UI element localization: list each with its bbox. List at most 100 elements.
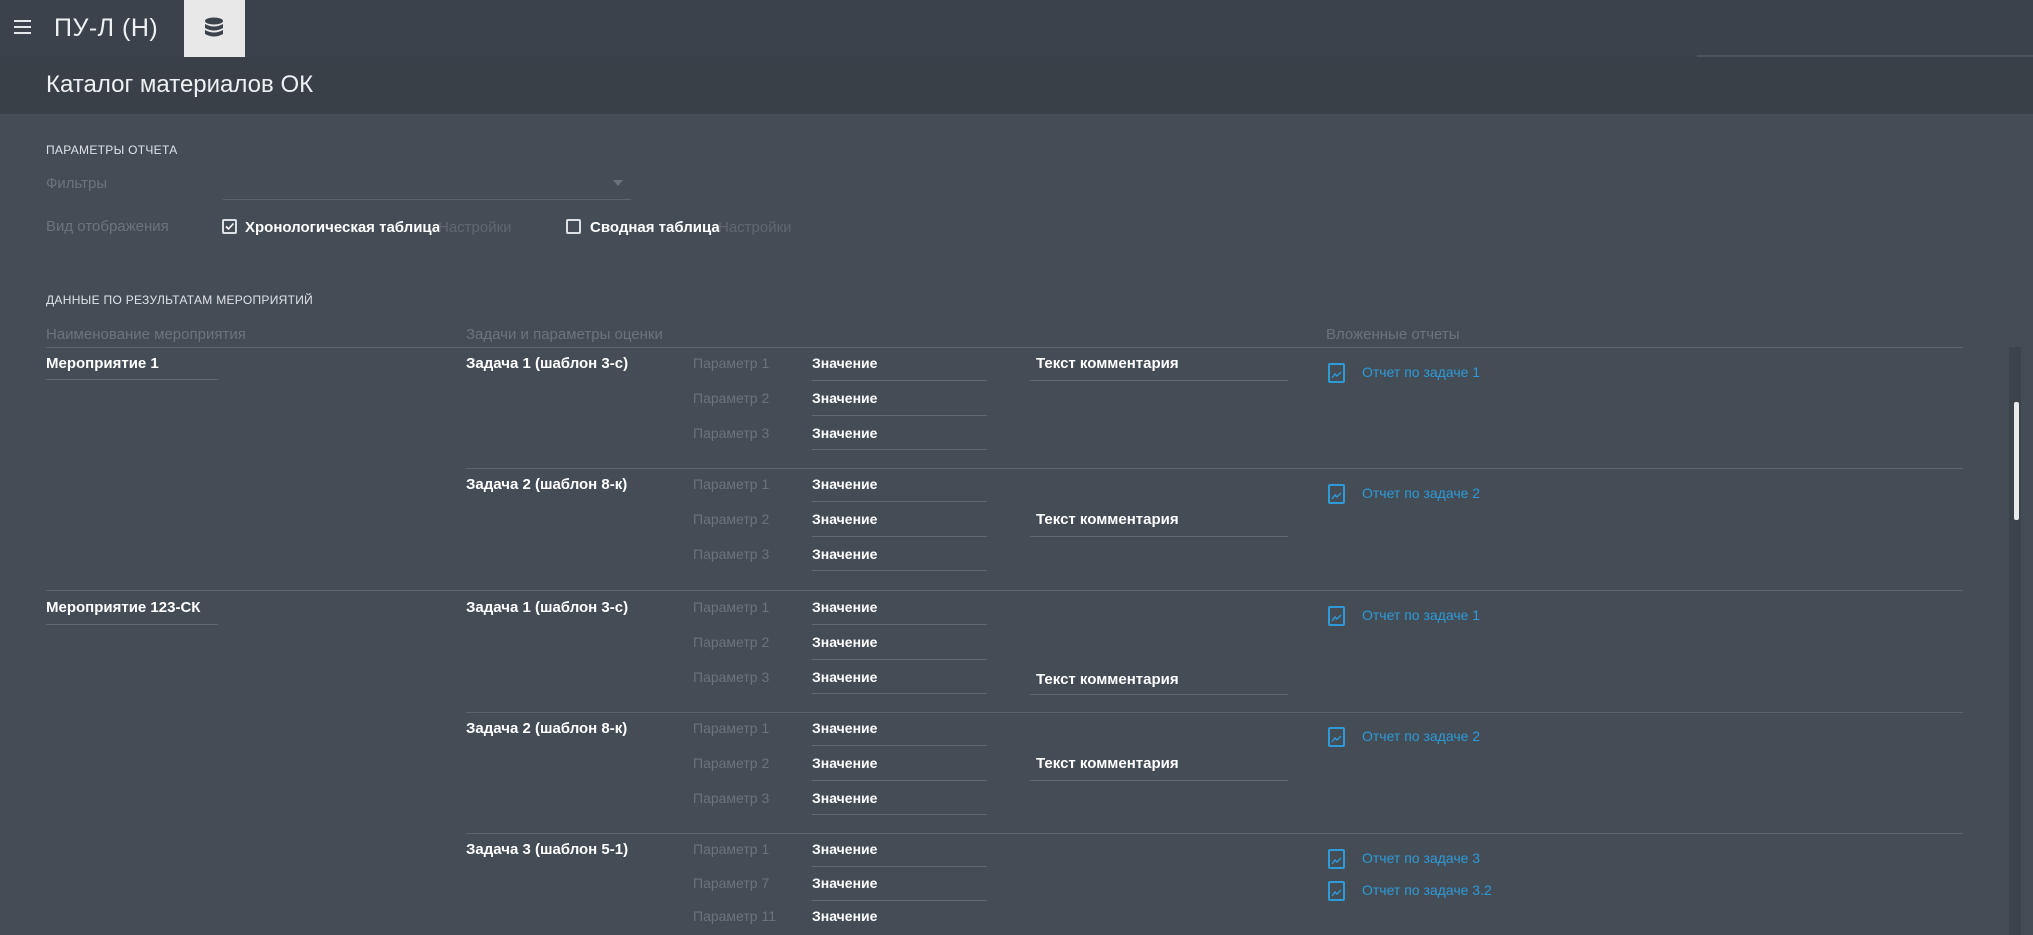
param-value[interactable]: Значение xyxy=(812,390,877,406)
app-bar: ПУ-Л (Н) xyxy=(0,0,2033,57)
param-value[interactable]: Значение xyxy=(812,599,877,615)
param-value[interactable]: Значение xyxy=(812,425,877,441)
report-params-section-label: ПАРАМЕТРЫ ОТЧЕТА xyxy=(46,143,178,157)
page-header: Каталог материалов ОК xyxy=(0,57,2033,114)
value-underline xyxy=(812,900,987,901)
event-name: Мероприятие 1 xyxy=(46,355,159,372)
param-label: Параметр 3 xyxy=(693,425,770,441)
filters-select[interactable] xyxy=(223,199,631,200)
param-value[interactable]: Значение xyxy=(812,511,877,527)
value-underline xyxy=(812,380,987,381)
comment-underline xyxy=(1030,380,1288,381)
param-label: Параметр 2 xyxy=(693,390,770,406)
report-link-label[interactable]: Отчет по задаче 2 xyxy=(1362,485,1480,501)
task-divider xyxy=(466,833,1963,834)
param-value[interactable]: Значение xyxy=(812,908,877,924)
app-title: ПУ-Л (Н) xyxy=(54,14,159,42)
report-doc-icon xyxy=(1328,727,1345,747)
pivot-table-checkbox[interactable] xyxy=(566,219,581,234)
param-label: Параметр 1 xyxy=(693,476,770,492)
display-mode-label: Вид отображения xyxy=(46,218,169,235)
report-link-label[interactable]: Отчет по задаче 3 xyxy=(1362,850,1480,866)
chrono-table-checkbox[interactable] xyxy=(222,219,237,234)
report-doc-icon xyxy=(1328,606,1345,626)
value-underline xyxy=(812,415,987,416)
value-underline xyxy=(812,536,987,537)
param-label: Параметр 1 xyxy=(693,355,770,371)
menu-icon[interactable] xyxy=(14,20,38,36)
task-name: Задача 2 (шаблон 8-к) xyxy=(466,720,628,737)
report-link-label[interactable]: Отчет по задаче 1 xyxy=(1362,364,1480,380)
database-icon xyxy=(205,17,223,37)
results-section-label: ДАННЫЕ ПО РЕЗУЛЬТАТАМ МЕРОПРИЯТИЙ xyxy=(46,293,314,307)
param-value[interactable]: Значение xyxy=(812,755,877,771)
param-label: Параметр 2 xyxy=(693,634,770,650)
event-name: Мероприятие 123-СК xyxy=(46,599,201,616)
param-label: Параметр 1 xyxy=(693,841,770,857)
task-name: Задача 2 (шаблон 8-к) xyxy=(466,476,628,493)
event-name-underline xyxy=(46,624,218,625)
dropdown-arrow-icon[interactable] xyxy=(613,180,623,186)
task-name: Задача 1 (шаблон 3-с) xyxy=(466,599,629,616)
column-header-tasks: Задачи и параметры оценки xyxy=(466,326,663,343)
task-name: Задача 1 (шаблон 3-с) xyxy=(466,355,629,372)
report-doc-icon xyxy=(1328,881,1345,901)
event-name-underline xyxy=(46,379,218,380)
param-label: Параметр 2 xyxy=(693,511,770,527)
chrono-settings-link[interactable]: Настройки xyxy=(438,219,512,236)
param-value[interactable]: Значение xyxy=(812,790,877,806)
comment-text[interactable]: Текст комментария xyxy=(1036,355,1179,372)
report-doc-icon xyxy=(1328,363,1345,383)
param-value[interactable]: Значение xyxy=(812,546,877,562)
param-label: Параметр 3 xyxy=(693,790,770,806)
chrono-table-label[interactable]: Хронологическая таблица xyxy=(245,219,440,236)
param-value[interactable]: Значение xyxy=(812,841,877,857)
scrollbar-thumb[interactable] xyxy=(2014,402,2019,520)
comment-text[interactable]: Текст комментария xyxy=(1036,671,1179,688)
param-label: Параметр 1 xyxy=(693,720,770,736)
value-underline xyxy=(812,659,987,660)
task-divider xyxy=(466,712,1963,713)
header-divider xyxy=(46,347,1963,348)
value-underline xyxy=(812,501,987,502)
report-doc-icon xyxy=(1328,484,1345,504)
pivot-table-label[interactable]: Сводная таблица xyxy=(590,219,720,236)
report-link-label[interactable]: Отчет по задаче 1 xyxy=(1362,607,1480,623)
param-value[interactable]: Значение xyxy=(812,634,877,650)
param-value[interactable]: Значение xyxy=(812,720,877,736)
comment-underline xyxy=(1030,694,1288,695)
task-name: Задача 3 (шаблон 5-1) xyxy=(466,841,629,858)
value-underline xyxy=(812,814,987,815)
event-divider xyxy=(46,590,1963,591)
report-doc-icon xyxy=(1328,849,1345,869)
comment-text[interactable]: Текст комментария xyxy=(1036,755,1179,772)
value-underline xyxy=(812,449,987,450)
param-value[interactable]: Значение xyxy=(812,355,877,371)
param-label: Параметр 3 xyxy=(693,669,770,685)
column-header-reports: Вложенные отчеты xyxy=(1326,326,1460,343)
param-value[interactable]: Значение xyxy=(812,875,877,891)
comment-underline xyxy=(1030,536,1288,537)
comment-text[interactable]: Текст комментария xyxy=(1036,511,1179,528)
database-button[interactable] xyxy=(184,0,245,57)
comment-underline xyxy=(1030,780,1288,781)
filters-label: Фильтры xyxy=(46,175,108,192)
value-underline xyxy=(812,745,987,746)
param-label: Параметр 3 xyxy=(693,546,770,562)
param-label: Параметр 2 xyxy=(693,755,770,771)
param-value[interactable]: Значение xyxy=(812,669,877,685)
value-underline xyxy=(812,624,987,625)
param-value[interactable]: Значение xyxy=(812,476,877,492)
report-link-label[interactable]: Отчет по задаче 2 xyxy=(1362,728,1480,744)
report-link-label[interactable]: Отчет по задаче 3.2 xyxy=(1362,882,1492,898)
pivot-settings-link[interactable]: Настройки xyxy=(718,219,792,236)
page-title: Каталог материалов ОК xyxy=(46,71,314,98)
column-header-event: Наименование мероприятия xyxy=(46,326,246,343)
param-label: Параметр 11 xyxy=(693,908,776,924)
checkmark-icon xyxy=(225,222,235,231)
value-underline xyxy=(812,866,987,867)
value-underline xyxy=(812,693,987,694)
param-label: Параметр 1 xyxy=(693,599,770,615)
param-label: Параметр 7 xyxy=(693,875,770,891)
task-divider xyxy=(466,468,1963,469)
